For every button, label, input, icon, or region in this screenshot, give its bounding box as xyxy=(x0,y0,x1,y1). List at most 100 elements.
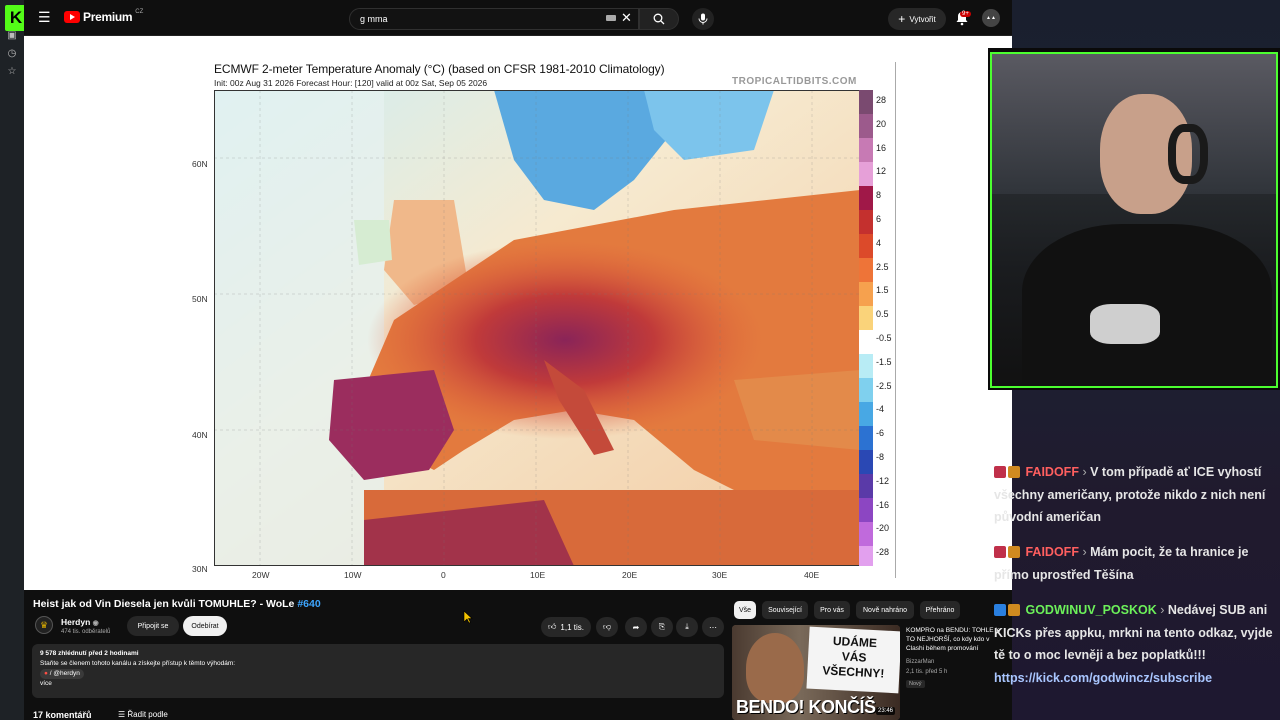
chat-username[interactable]: FAIDOFF xyxy=(1025,545,1078,559)
video-player[interactable]: ECMWF 2-meter Temperature Anomaly (°C) (… xyxy=(24,36,1012,590)
download-icon: ⤓ xyxy=(685,622,689,631)
colorbar-tick-label: -20 xyxy=(876,523,890,534)
colorbar-tick-label: -28 xyxy=(876,547,890,558)
video-title-text: Heist jak od Vin Diesela jen kvůli TOMUH… xyxy=(33,598,295,610)
latitude-tick-label: 60N xyxy=(192,159,208,169)
colorbar-tick-label: -8 xyxy=(876,452,885,462)
longitude-tick-label: 20W xyxy=(252,570,270,580)
dislike-button[interactable]: 👎︎ xyxy=(596,617,618,637)
channel-name-text: Herdyn xyxy=(61,617,91,627)
hamburger-menu-icon[interactable]: ☰ xyxy=(38,10,52,24)
region-label: CZ xyxy=(135,9,144,15)
voice-search-button[interactable] xyxy=(692,8,714,30)
colorbar-tick-label: 2.5 xyxy=(876,261,889,272)
colorbar-tick-label: 6 xyxy=(876,214,882,224)
description-text: Staňte se členem tohoto kanálu a získejt… xyxy=(40,660,236,667)
protest-sign: UDÁME VÁS VŠECHNY! xyxy=(806,626,900,694)
download-button[interactable]: ⤓ xyxy=(676,617,698,637)
webcam-feed xyxy=(990,52,1278,388)
home-icon[interactable]: ▣ xyxy=(6,30,18,42)
colorbar-tick-label: 1.5 xyxy=(876,285,889,296)
subscribe-button[interactable]: Odebírat xyxy=(183,616,227,636)
thumbnail-caption: BENDO! KONČÍŠ xyxy=(736,697,876,717)
subscriber-count: 474 tis. odběratelů xyxy=(61,629,111,635)
app-rail: K ▣ ◷ ☆ xyxy=(0,0,27,720)
clock-icon[interactable]: ◷ xyxy=(6,48,18,60)
chat-badge-icon xyxy=(994,546,1006,558)
clear-search-icon[interactable]: ✕ xyxy=(621,10,632,26)
colorbar-tick-label: -6 xyxy=(876,428,885,439)
related-channel-name[interactable]: BizzarMan xyxy=(906,659,934,665)
related-video-title[interactable]: KOMPRO na BENDU: TOHLE je TO NEJHORŠÍ, c… xyxy=(906,626,1001,653)
colorbar-tick-label: -2.5 xyxy=(876,380,892,391)
youtube-premium-logo[interactable]: Premium CZ xyxy=(64,9,144,24)
related-video-meta: 2,1 tis. před 5 h xyxy=(906,669,948,675)
chat-link[interactable]: https://kick.com/godwincz/subscribe xyxy=(994,671,1212,685)
show-more-link[interactable]: více xyxy=(40,679,716,689)
search-input[interactable] xyxy=(360,12,590,26)
chat-badge-icon xyxy=(1008,604,1020,616)
video-title: Heist jak od Vin Diesela jen kvůli TOMUH… xyxy=(33,598,321,610)
latitude-tick-label: 50N xyxy=(192,294,208,304)
channel-name[interactable]: Herdyn ◉ xyxy=(61,617,99,627)
map-title: ECMWF 2-meter Temperature Anomaly (°C) (… xyxy=(214,62,665,76)
sort-label: Řadit podle xyxy=(127,710,168,719)
keyboard-icon[interactable] xyxy=(606,15,616,21)
like-button[interactable]: 👍︎ 1,1 tis. xyxy=(541,617,591,637)
microphone-icon xyxy=(698,13,708,25)
chat-username[interactable]: FAIDOFF xyxy=(1025,465,1078,479)
handle-tag[interactable]: ● / @herdyn xyxy=(40,669,84,679)
temperature-anomaly-map xyxy=(214,90,860,566)
save-button[interactable]: ⎘ xyxy=(651,617,673,637)
video-hashtag-link[interactable]: #640 xyxy=(297,598,320,610)
headphones-image xyxy=(1168,124,1208,184)
colorbar-tick-label: 20 xyxy=(876,118,887,129)
new-badge: Nový xyxy=(906,680,925,688)
chat-badge-icon xyxy=(994,604,1006,616)
notification-count-badge: 9+ xyxy=(960,11,971,17)
comments-count: 17 komentářů xyxy=(33,710,92,720)
longitude-tick-label: 10E xyxy=(530,570,546,580)
chip-all[interactable]: Vše xyxy=(734,601,756,619)
thumbs-up-icon: 👍︎ xyxy=(548,622,557,631)
handle-text: / @herdyn xyxy=(49,670,80,677)
colorbar-tick-label: 8 xyxy=(876,190,882,201)
create-button[interactable]: + Vytvořit xyxy=(888,8,946,30)
longitude-tick-label: 0 xyxy=(441,570,446,580)
chip-recently-uploaded[interactable]: Nově nahráno xyxy=(856,601,914,619)
verified-icon: ◉ xyxy=(92,620,99,627)
colorbar-tick-label: 12 xyxy=(876,166,887,177)
video-description[interactable]: 9 578 zhlédnutí před 2 hodinami Staňte s… xyxy=(32,644,724,698)
sort-comments-button[interactable]: ☰ Řadit podle xyxy=(118,710,168,719)
more-actions-button[interactable]: ⋯ xyxy=(702,617,724,637)
channel-avatar[interactable]: ♛ xyxy=(35,616,53,634)
colorbar-tick-label: 16 xyxy=(876,142,887,153)
like-count: 1,1 tis. xyxy=(560,622,584,632)
share-button[interactable]: ➦ xyxy=(625,617,647,637)
longitude-tick-label: 20E xyxy=(622,570,638,580)
colorbar-tick-label: 28 xyxy=(876,95,887,105)
related-video-thumbnail[interactable]: UDÁME VÁS VŠECHNY! BENDO! KONČÍŠ xyxy=(732,625,900,720)
bookmark-icon: ⎘ xyxy=(658,622,666,631)
youtube-play-icon xyxy=(64,11,80,23)
star-icon[interactable]: ☆ xyxy=(6,66,18,78)
shirt-print-image xyxy=(1090,304,1160,344)
colorbar-tick-label: -0.5 xyxy=(876,333,892,343)
chat-badge-icon xyxy=(1008,466,1020,478)
colorbar-tick-label: -16 xyxy=(876,499,890,510)
search-button[interactable] xyxy=(639,8,679,30)
colorbar-tick-label: 0.5 xyxy=(876,309,889,320)
colorbar-tick-label: -12 xyxy=(876,475,890,486)
longitude-tick-label: 10W xyxy=(344,570,362,580)
chip-for-you[interactable]: Pro vás xyxy=(814,601,850,619)
chip-watched[interactable]: Přehráno xyxy=(920,601,960,619)
chip-related[interactable]: Související xyxy=(762,601,808,619)
join-button[interactable]: Připojit se xyxy=(127,616,179,636)
video-duration: 23:46 xyxy=(876,707,896,715)
account-avatar[interactable]: ▲▲ xyxy=(982,9,1000,27)
search-box[interactable] xyxy=(349,8,639,30)
longitude-tick-label: 30E xyxy=(712,570,728,580)
longitude-tick-label: 40E xyxy=(804,570,820,580)
chat-username[interactable]: GODWINUV_POSKOK xyxy=(1025,603,1156,617)
colorbar-tick-label: 4 xyxy=(876,237,882,248)
